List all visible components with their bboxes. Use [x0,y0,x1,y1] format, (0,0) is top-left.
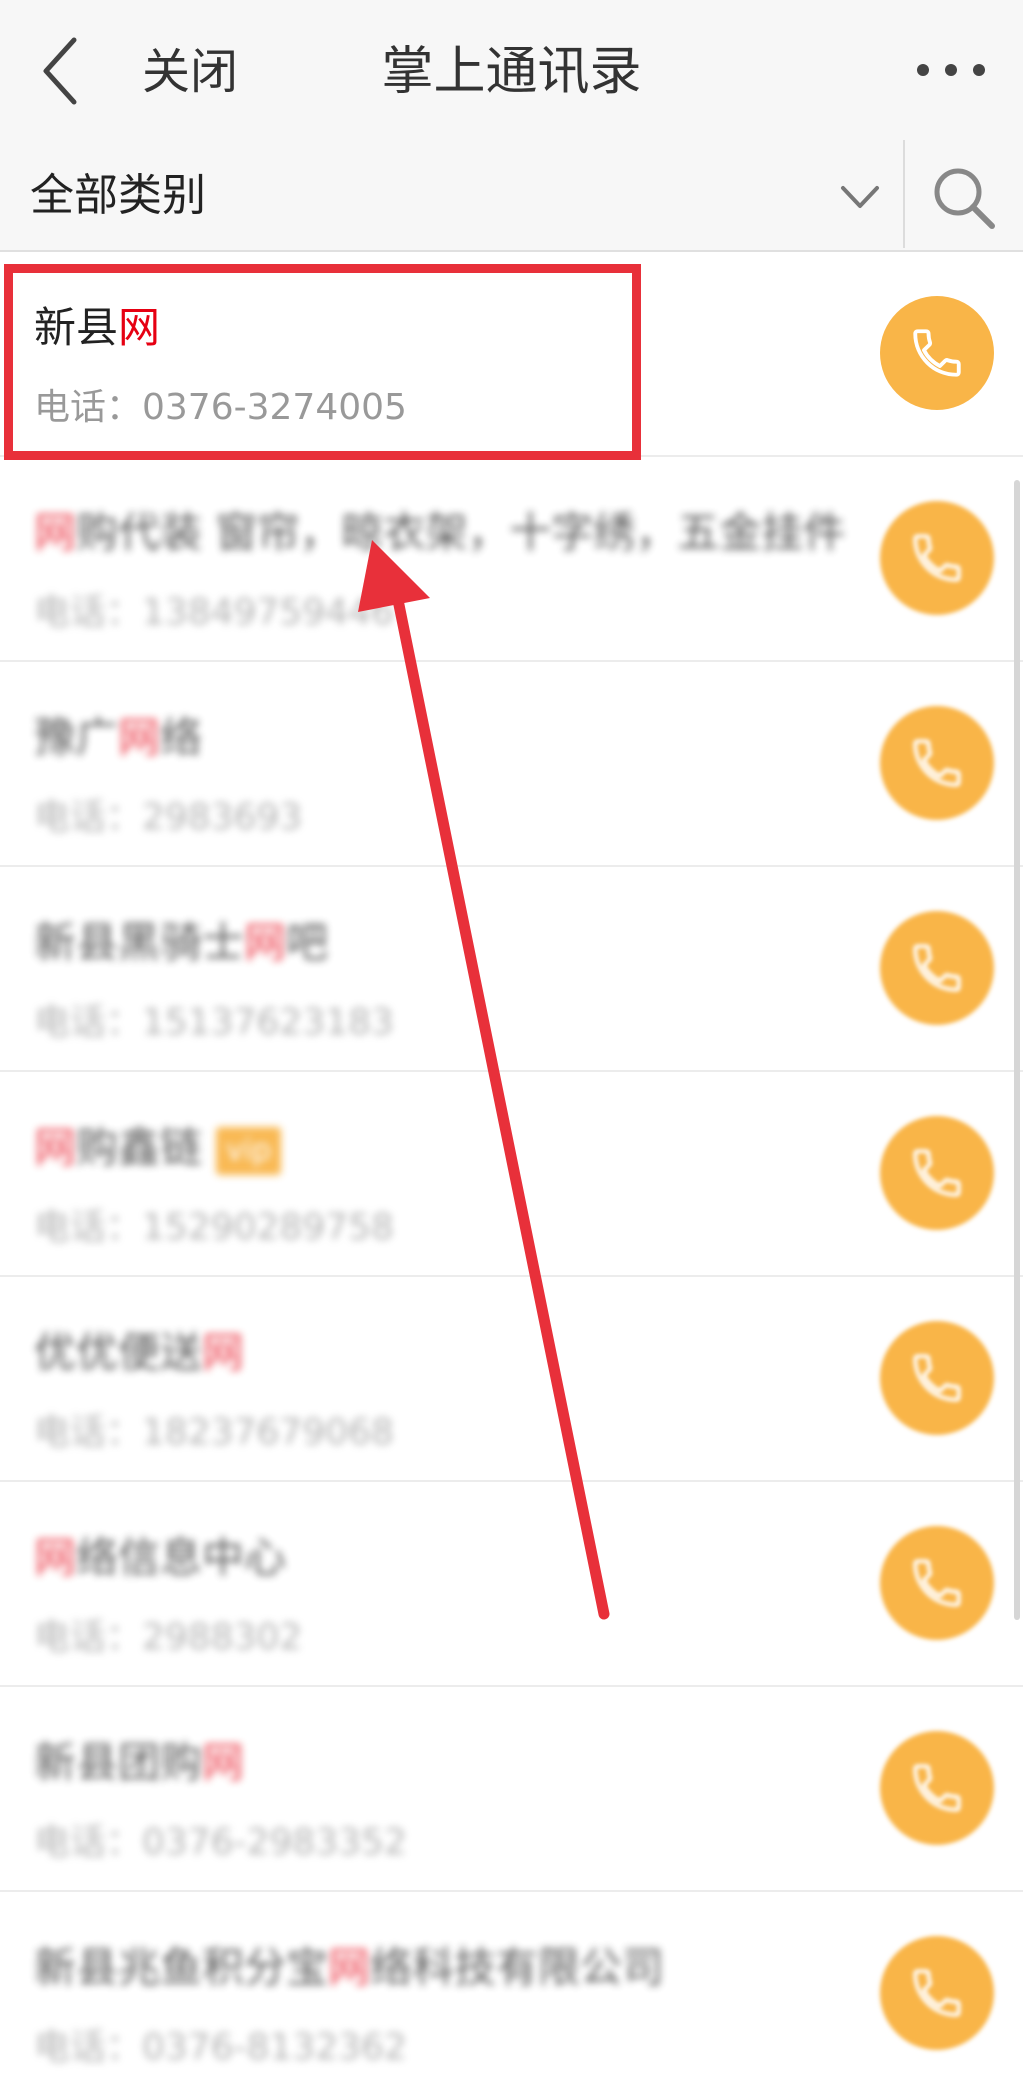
phone-icon [913,1764,961,1812]
chevron-down-icon[interactable] [840,182,880,212]
filter-divider [903,140,905,248]
top-navigation-bar: 关闭 掌上通讯录 [0,0,1023,140]
scrollbar[interactable] [1014,480,1020,1620]
contact-phone: 电话：15290289758 [34,1207,394,1248]
contact-row[interactable]: 新县团购网电话：0376-2983352 [0,1687,1023,1892]
contact-name-part: 购代装 窗帘，晾衣架，十字绣，五金挂件 [76,508,846,557]
contact-name: 优优便送网 [34,1325,244,1381]
contact-name-part: 购鑫链 [76,1123,203,1172]
contact-name: 豫广网络 [34,710,202,766]
contact-phone: 电话：15137623183 [34,1002,394,1043]
contact-phone: 电话：2988302 [34,1617,303,1658]
contact-row[interactable]: 优优便送网电话：18237679068 [0,1277,1023,1482]
contact-name: 网络信息中心 [34,1530,286,1586]
search-match-highlight: 网 [202,1738,245,1787]
contact-row[interactable]: 网购代装 窗帘，晾衣架，十字绣，五金挂件电话：13849759446 [0,457,1023,662]
phone-icon [913,739,961,787]
phone-icon [913,1149,961,1197]
page-title: 掌上通讯录 [381,42,642,102]
call-button[interactable] [880,1526,994,1640]
contact-name-part: 优优便送 [34,1328,203,1377]
contact-name-part: 吧 [286,918,329,967]
search-match-highlight: 网 [244,918,287,967]
contact-row[interactable]: 豫广网络电话：2983693 [0,662,1023,867]
search-match-highlight: 网 [34,508,77,557]
contact-row[interactable]: 新县黑骑士网吧电话：15137623183 [0,867,1023,1072]
more-dots-icon[interactable] [915,60,987,80]
status-badge: vip [216,1126,282,1175]
phone-icon [913,329,961,377]
annotation-highlight-box [4,264,641,460]
search-icon[interactable] [928,162,998,232]
contact-row[interactable]: 新县兆鱼积分宝网络科技有限公司电话：0376-8132362 [0,1892,1023,2083]
call-button[interactable] [880,501,994,615]
search-match-highlight: 网 [328,1943,371,1992]
contact-name-part: 络 [160,713,203,762]
phone-icon [913,1354,961,1402]
phone-icon [913,944,961,992]
category-dropdown[interactable]: 全部类别 [30,164,206,228]
contact-name-part: 新县黑骑士 [34,918,245,967]
call-button[interactable] [880,911,994,1025]
call-button[interactable] [880,296,994,410]
search-match-highlight: 网 [118,713,161,762]
contact-name: 网购代装 窗帘，晾衣架，十字绣，五金挂件 [34,505,845,561]
contact-name-part: 新县团购 [34,1738,203,1787]
contact-name: 网购鑫链 vip [34,1120,282,1176]
call-button[interactable] [880,1116,994,1230]
contact-name: 新县团购网 [34,1735,244,1791]
search-match-highlight: 网 [34,1123,77,1172]
call-button[interactable] [880,1936,994,2050]
contact-phone: 电话：18237679068 [34,1412,394,1453]
contact-name: 新县兆鱼积分宝网络科技有限公司 [34,1940,664,1996]
call-button[interactable] [880,706,994,820]
search-match-highlight: 网 [34,1533,77,1582]
contact-row[interactable]: 网购鑫链 vip 电话：15290289758 [0,1072,1023,1277]
contact-phone: 电话：0376-2983352 [34,1822,407,1863]
contact-phone: 电话：2983693 [34,797,303,838]
phone-icon [913,1559,961,1607]
contact-name: 新县黑骑士网吧 [34,915,328,971]
contact-name-part: 豫广 [34,713,119,762]
contact-name-part: 络信息中心 [76,1533,287,1582]
call-button[interactable] [880,1731,994,1845]
phone-icon [913,1969,961,2017]
filter-bar: 全部类别 [0,140,1023,252]
contact-name-part: 络科技有限公司 [370,1943,665,1992]
contact-phone: 电话：0376-8132362 [34,2027,407,2068]
contact-phone: 电话：13849759446 [34,592,394,633]
search-match-highlight: 网 [202,1328,245,1377]
contact-list: 新县网 电话：0376-3274005 网购代装 窗帘，晾衣架，十字绣，五金挂件 电话… [0,252,1023,2083]
phone-icon [913,534,961,582]
contact-name-part: 新县兆鱼积分宝 [34,1943,329,1992]
call-button[interactable] [880,1321,994,1435]
contact-row[interactable]: 网络信息中心电话：2988302 [0,1482,1023,1687]
